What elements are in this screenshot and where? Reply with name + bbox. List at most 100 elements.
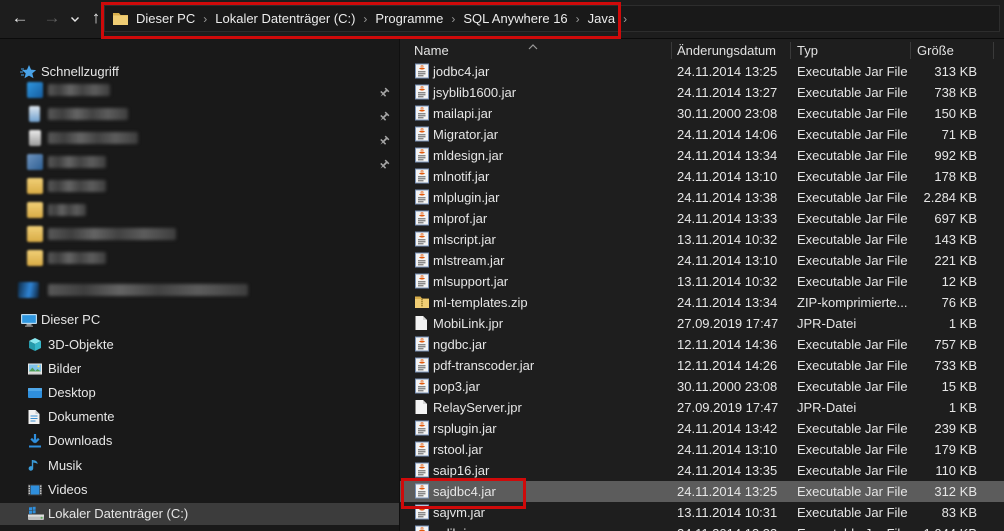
recent-locations-button[interactable] (66, 0, 84, 38)
document-icon (27, 409, 45, 425)
address-bar[interactable]: Dieser PC › Lokaler Datenträger (C:) › Progr… (104, 5, 1000, 32)
column-divider[interactable] (671, 42, 672, 59)
file-row[interactable]: mailapi.jar 30.11.2000 23:08 Executable Ja… (400, 103, 1004, 124)
file-row[interactable]: pdf-transcoder.jar 12.11.2014 14:26 Execut… (400, 355, 1004, 376)
file-name: MobiLink.jpr (433, 316, 504, 331)
sidebar-item-redacted[interactable] (0, 223, 399, 245)
column-header-size[interactable]: Größe (917, 40, 954, 61)
file-name: mldesign.jar (433, 148, 504, 163)
breadcrumb-separator-icon[interactable]: › (448, 12, 458, 26)
jar-file-icon (414, 357, 430, 373)
column-header-name[interactable]: Name (414, 40, 449, 61)
column-divider[interactable] (910, 42, 911, 59)
column-divider[interactable] (993, 42, 994, 59)
back-button[interactable]: ← (6, 0, 34, 38)
sidebar-item-downloads[interactable]: Downloads (0, 430, 399, 452)
sidebar-item-dokumente[interactable]: Dokumente (0, 406, 399, 428)
breadcrumb-separator-icon[interactable]: › (360, 12, 370, 26)
file-size: 179 KB (934, 442, 977, 457)
sidebar-item-redacted[interactable] (0, 247, 399, 269)
breadcrumb-item[interactable]: Programme (370, 11, 448, 26)
sidebar-item-3d-objekte[interactable]: 3D-Objekte (0, 334, 399, 356)
picture-icon (27, 361, 45, 377)
column-header-type[interactable]: Typ (797, 40, 818, 61)
sidebar-item-desktop[interactable]: Desktop (0, 382, 399, 404)
file-row[interactable]: pop3.jar 30.11.2000 23:08 Executable Jar F… (400, 376, 1004, 397)
file-row[interactable]: Migrator.jar 24.11.2014 14:06 Executable J… (400, 124, 1004, 145)
sidebar-item-bilder[interactable]: Bilder (0, 358, 399, 380)
jar-file-icon (414, 525, 430, 531)
sidebar-section-this-pc[interactable]: Dieser PC (0, 309, 399, 331)
sidebar-item-redacted-network[interactable] (0, 279, 399, 301)
sidebar-item-musik[interactable]: Musik (0, 455, 399, 477)
column-divider[interactable] (790, 42, 791, 59)
jar-file-icon (414, 189, 430, 205)
file-date: 24.11.2014 13:35 (677, 463, 778, 478)
sidebar-item-redacted[interactable] (0, 127, 399, 149)
breadcrumb-separator-icon[interactable]: › (573, 12, 583, 26)
sidebar-item-label: Musik (48, 458, 82, 473)
sidebar-item-label: Videos (48, 482, 88, 497)
file-row[interactable]: ml-templates.zip 24.11.2014 13:34 ZIP-komp… (400, 292, 1004, 313)
file-size: 757 KB (934, 337, 977, 352)
hdd-icon (27, 506, 45, 522)
file-list-pane: Name Änderungsdatum Typ Größe jodbc4.jar… (400, 39, 1004, 531)
pin-icon (378, 132, 390, 145)
file-row[interactable]: mlprof.jar 24.11.2014 13:33 Executable Jar… (400, 208, 1004, 229)
column-header-date[interactable]: Änderungsdatum (677, 40, 776, 61)
sidebar-item-lokaler-datentr-ger-c-[interactable]: Lokaler Datenträger (C:) (0, 503, 399, 525)
file-row[interactable]: mldesign.jar 24.11.2014 13:34 Executable J… (400, 145, 1004, 166)
file-date: 30.11.2000 23:08 (677, 106, 778, 121)
file-row[interactable]: rstool.jar 24.11.2014 13:10 Executable Jar… (400, 439, 1004, 460)
breadcrumb-separator-icon[interactable]: › (200, 12, 210, 26)
file-row[interactable]: mlstream.jar 24.11.2014 13:10 Executable J… (400, 250, 1004, 271)
file-date: 24.11.2014 13:33 (677, 211, 778, 226)
breadcrumb-item[interactable]: Dieser PC (131, 11, 200, 26)
current-folder-icon (112, 11, 129, 26)
redacted-label (48, 284, 248, 296)
sidebar-item-redacted[interactable] (0, 103, 399, 125)
file-date: 24.11.2014 13:10 (677, 169, 778, 184)
file-row[interactable]: sajdbc4.jar 24.11.2014 13:25 Executable Ja… (400, 481, 1004, 502)
file-row[interactable]: ngdbc.jar 12.11.2014 14:36 Executable Jar … (400, 334, 1004, 355)
sidebar-item-redacted[interactable] (0, 199, 399, 221)
breadcrumb-item[interactable]: Lokaler Datenträger (C:) (210, 11, 360, 26)
arrow-right-icon: → (43, 8, 61, 27)
breadcrumb-item[interactable]: SQL Anywhere 16 (458, 11, 572, 26)
file-name: mlprof.jar (433, 211, 488, 226)
jar-file-icon (414, 378, 430, 394)
redacted-label (48, 180, 106, 192)
file-row[interactable]: mlplugin.jar 24.11.2014 13:38 Executable J… (400, 187, 1004, 208)
sidebar-item-redacted[interactable] (0, 151, 399, 173)
jar-file-icon (414, 147, 430, 163)
file-date: 24.11.2014 13:34 (677, 148, 778, 163)
file-row[interactable]: saip16.jar 24.11.2014 13:35 Executable Jar… (400, 460, 1004, 481)
file-explorer-window: { "toolbar": { "back_icon": "arrow-left"… (0, 0, 1004, 531)
file-row[interactable]: rsplugin.jar 24.11.2014 13:42 Executable J… (400, 418, 1004, 439)
breadcrumb-item[interactable]: Java (583, 11, 620, 26)
sidebar-item-redacted[interactable] (0, 175, 399, 197)
file-row[interactable]: jsyblib1600.jar 24.11.2014 13:27 Executabl… (400, 82, 1004, 103)
sidebar-item-videos[interactable]: Videos (0, 479, 399, 501)
file-row[interactable]: RelayServer.jpr 27.09.2019 17:47 JPR-Datei… (400, 397, 1004, 418)
sidebar-item-redacted[interactable] (0, 79, 399, 101)
file-row[interactable]: MobiLink.jpr 27.09.2019 17:47 JPR-Datei 1 K… (400, 313, 1004, 334)
file-name: RelayServer.jpr (433, 400, 522, 415)
file-date: 24.11.2014 13:33 (677, 523, 777, 531)
file-row[interactable]: sajvm.jar 13.11.2014 10:31 Executable Jar … (400, 502, 1004, 523)
file-row[interactable]: mlscript.jar 13.11.2014 10:32 Executable J… (400, 229, 1004, 250)
file-date: 24.11.2014 13:38 (677, 190, 778, 205)
column-header-row: Name Änderungsdatum Typ Größe (400, 40, 1004, 61)
file-size: 738 KB (934, 85, 977, 100)
blur-folder-icon (27, 202, 43, 218)
blur-blue-app-icon (27, 82, 43, 98)
file-row[interactable]: jodbc4.jar 24.11.2014 13:25 Executable Jar… (400, 61, 1004, 82)
forward-button[interactable]: → (38, 0, 66, 38)
breadcrumb-separator-icon[interactable]: › (620, 12, 630, 26)
file-row[interactable]: salib.jar24.11.2014 13:33Executable Jar … (400, 523, 1004, 531)
file-name: jsyblib1600.jar (433, 85, 517, 100)
file-size: 71 KB (941, 127, 977, 142)
file-row[interactable]: mlsupport.jar 13.11.2014 10:32 Executable … (400, 271, 1004, 292)
sidebar-item-label: 3D-Objekte (48, 337, 114, 352)
file-row[interactable]: mlnotif.jar 24.11.2014 13:10 Executable Ja… (400, 166, 1004, 187)
